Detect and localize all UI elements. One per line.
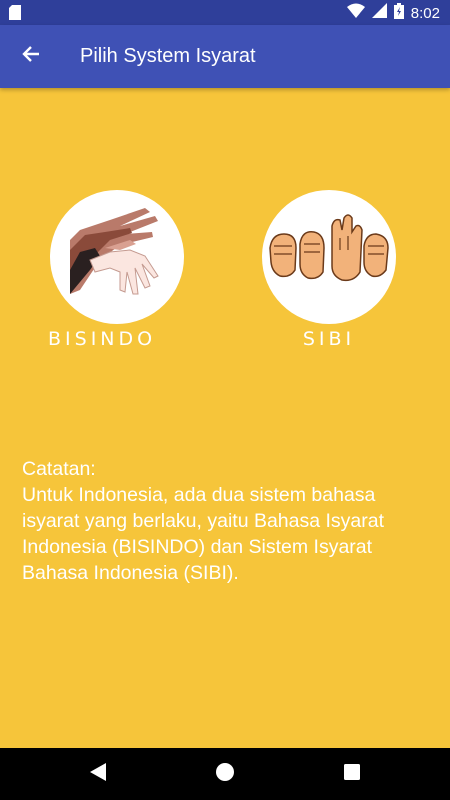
app-bar: Pilih System Isyarat (0, 25, 450, 88)
sibi-label: SIBI (302, 328, 356, 350)
signal-icon (371, 3, 387, 23)
note-section: Catatan: Untuk Indonesia, ada dua sistem… (22, 456, 432, 586)
nav-recents-icon (343, 763, 361, 786)
arrow-back-icon (21, 44, 41, 69)
battery-icon (393, 2, 404, 24)
sibi-image[interactable] (262, 190, 396, 324)
navigation-bar (0, 748, 450, 800)
bisindo-image[interactable] (50, 190, 184, 324)
wifi-icon (346, 3, 365, 23)
note-body: Untuk Indonesia, ada dua sistem bahasa i… (22, 484, 385, 584)
status-time: 8:02 (410, 4, 440, 22)
back-button[interactable] (14, 39, 48, 73)
bisindo-label: BISINDO (48, 328, 157, 350)
status-bar: 8:02 (0, 0, 450, 25)
bisindo-option[interactable]: BISINDO (48, 190, 184, 350)
note-heading: Catatan: (22, 458, 96, 480)
nav-back-button[interactable] (84, 760, 112, 788)
nav-home-button[interactable] (211, 760, 239, 788)
nav-recents-button[interactable] (338, 760, 366, 788)
sd-card-icon (9, 5, 21, 25)
sibi-option[interactable]: SIBI (262, 190, 396, 350)
nav-home-icon (215, 762, 235, 787)
nav-back-icon (89, 762, 107, 787)
page-title: Pilih System Isyarat (80, 45, 256, 67)
